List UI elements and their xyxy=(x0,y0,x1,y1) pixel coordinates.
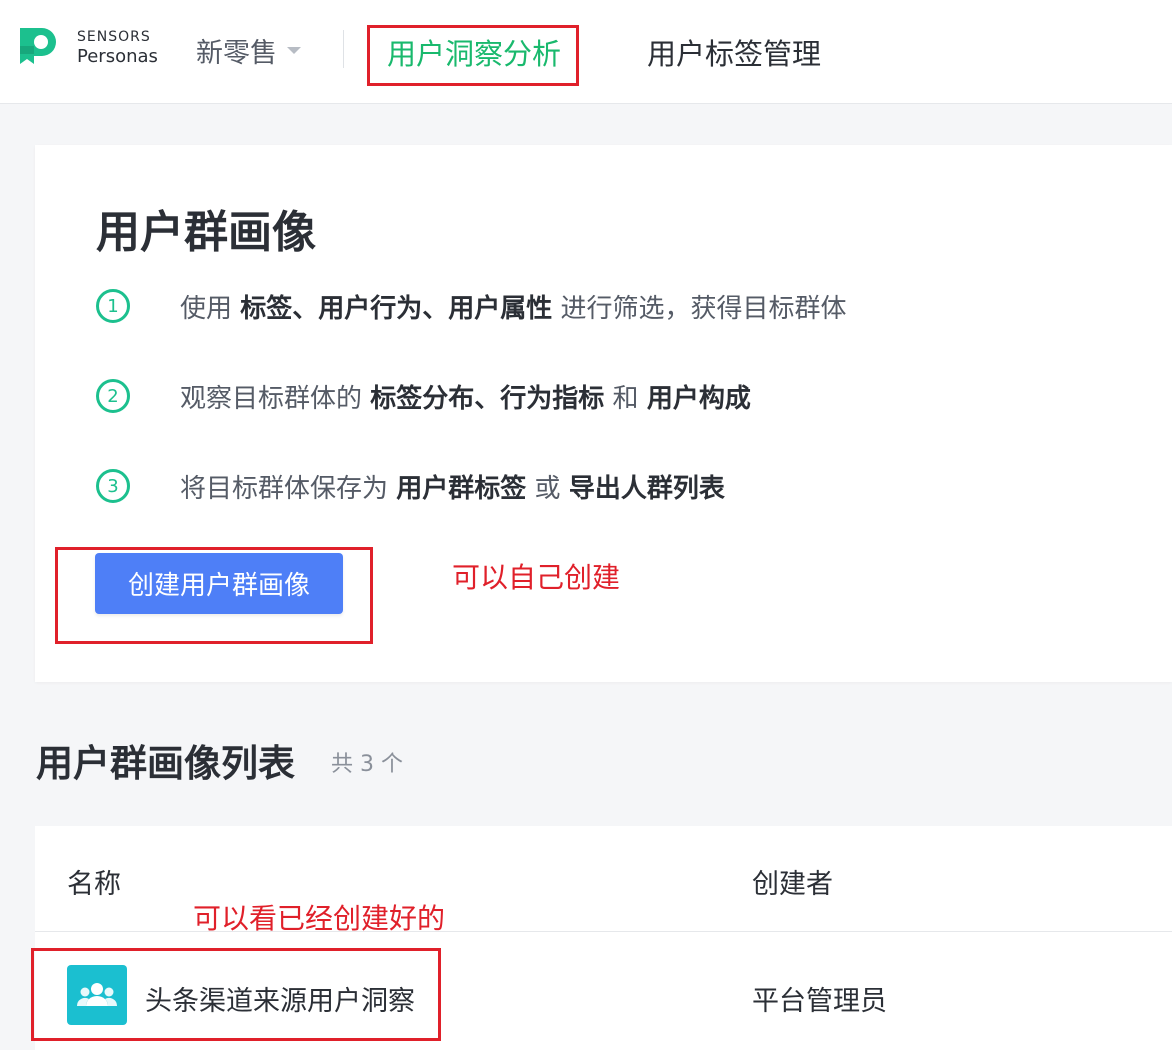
step-text: 使用 标签、用户行为、用户属性 进行筛选，获得目标群体 xyxy=(180,288,847,325)
step-text-part: 和 xyxy=(604,383,647,414)
step-text-highlight: 标签、用户行为、用户属性 xyxy=(240,293,553,324)
chevron-down-icon xyxy=(287,47,301,54)
step-text-highlight: 标签分布、行为指标 xyxy=(370,383,605,414)
logo-text-sensors: SENSORS xyxy=(77,29,151,45)
step-text-highlight: 用户群标签 xyxy=(396,473,527,504)
step-text-part: 进行筛选，获得目标群体 xyxy=(552,293,847,324)
column-header-creator[interactable]: 创建者 xyxy=(752,862,833,901)
list-count: 共 3 个 xyxy=(331,752,403,777)
step-text-part: 将目标群体保存为 xyxy=(180,473,397,504)
step-number-icon: 2 xyxy=(96,379,130,413)
project-selector[interactable]: 新零售 xyxy=(196,31,301,70)
step-text: 将目标群体保存为 用户群标签 或 导出人群列表 xyxy=(180,468,725,505)
step-text: 观察目标群体的 标签分布、行为指标 和 用户构成 xyxy=(180,378,751,415)
annotation-text-create: 可以自己创建 xyxy=(452,561,621,594)
list-title: 用户群画像列表 xyxy=(36,742,295,785)
annotation-box-list xyxy=(31,948,441,1041)
top-header: SENSORS Personas 新零售 用户洞察分析 用户标签管理 xyxy=(0,0,1172,104)
header-divider xyxy=(343,30,344,68)
step-3: 3 将目标群体保存为 用户群标签 或 导出人群列表 xyxy=(96,466,725,506)
step-2: 2 观察目标群体的 标签分布、行为指标 和 用户构成 xyxy=(96,376,751,416)
intro-title: 用户群画像 xyxy=(96,207,316,258)
column-header-name[interactable]: 名称 xyxy=(67,862,121,901)
step-text-part: 使用 xyxy=(180,293,241,324)
step-1: 1 使用 标签、用户行为、用户属性 进行筛选，获得目标群体 xyxy=(96,286,847,326)
annotation-box-create xyxy=(55,547,373,644)
step-number-icon: 1 xyxy=(96,289,130,323)
personas-logo-icon xyxy=(20,28,56,64)
step-text-part: 或 xyxy=(526,473,569,504)
nav-tag-management[interactable]: 用户标签管理 xyxy=(647,31,821,73)
step-text-part: 观察目标群体的 xyxy=(180,383,371,414)
annotation-box-nav xyxy=(367,25,579,86)
annotation-text-list: 可以看已经创建好的 xyxy=(193,902,446,935)
logo-text-personas: Personas xyxy=(77,46,158,67)
step-number-icon: 3 xyxy=(96,469,130,503)
persona-creator: 平台管理员 xyxy=(752,986,887,1017)
step-text-highlight: 导出人群列表 xyxy=(568,473,725,504)
step-text-highlight: 用户构成 xyxy=(646,383,751,414)
project-name: 新零售 xyxy=(196,38,277,69)
